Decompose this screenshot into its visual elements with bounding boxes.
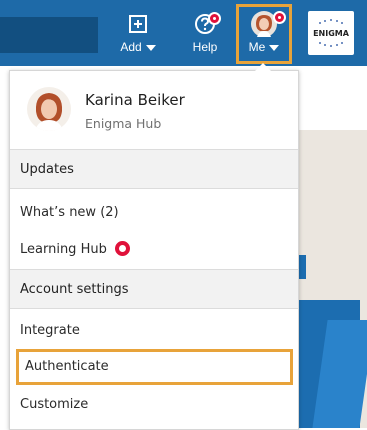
notification-dot-icon [114,241,130,256]
menu-item-label: Customize [20,397,89,412]
top-navigation-bar: Add Help Me ENIGMA [0,0,367,66]
menu-item-label: What’s new (2) [20,205,119,220]
add-label: Add [120,40,142,54]
logo-text: ENIGMA [313,29,350,38]
chevron-down-icon [269,44,280,51]
add-button[interactable]: Add [108,6,168,62]
menu-item-integrate[interactable]: Integrate [10,313,298,349]
menu-item-authenticate[interactable]: Authenticate [16,349,293,385]
menu-item-customize[interactable]: Customize [10,387,298,423]
background-tab [298,255,306,279]
menu-item-label: Authenticate [25,359,109,374]
menu-item-learning-hub[interactable]: Learning Hub [10,231,298,267]
me-notification-dot [273,11,286,24]
profile-organization: Enigma Hub [85,116,162,131]
profile-card[interactable]: Karina Beiker Enigma Hub [10,71,298,149]
help-label: Help [192,40,218,54]
updates-section-header: Updates [10,149,298,189]
plus-box-icon [129,15,147,33]
chevron-down-icon [145,44,156,51]
search-box[interactable] [0,17,98,53]
help-notification-dot [208,12,221,25]
enigma-logo[interactable]: ENIGMA [308,11,354,55]
menu-item-whats-new[interactable]: What’s new (2) [10,195,298,231]
menu-item-label: Learning Hub [20,242,107,257]
account-settings-section-header: Account settings [10,269,298,309]
avatar [27,87,71,131]
background-tab [298,312,306,336]
me-menu-button[interactable]: Me [236,4,292,64]
dropdown-pointer [255,63,271,71]
help-button[interactable]: Help [182,6,228,62]
enigma-logo-icon: ENIGMA [313,19,350,47]
menu-item-label: Integrate [20,323,80,338]
me-dropdown-menu: Karina Beiker Enigma Hub Updates What’s … [9,63,299,430]
avatar-image [27,87,71,131]
me-label: Me [248,40,266,54]
profile-name: Karina Beiker [85,91,185,109]
